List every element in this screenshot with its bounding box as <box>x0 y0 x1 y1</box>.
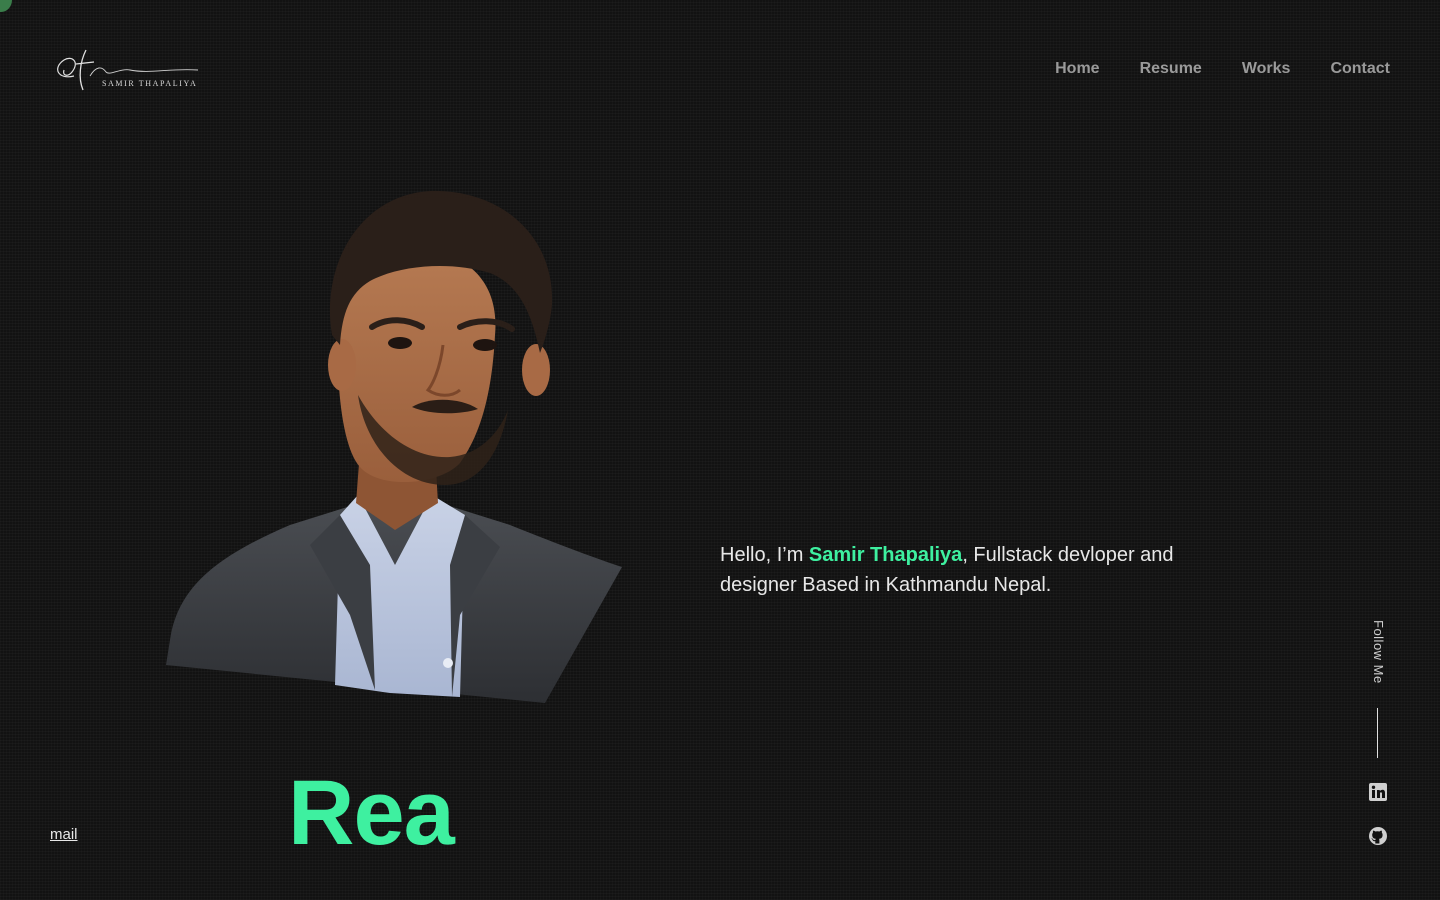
hero-intro: Hello, I’m Samir Thapaliya, Fullstack de… <box>720 540 1180 600</box>
hero-name: Samir Thapaliya <box>808 544 963 566</box>
corner-indicator <box>0 0 12 12</box>
nav-resume[interactable]: Resume <box>1140 60 1202 78</box>
linkedin-icon[interactable] <box>1369 783 1387 801</box>
signature-logo-icon <box>57 49 199 91</box>
github-icon[interactable] <box>1369 827 1387 845</box>
profile-portrait <box>166 190 622 703</box>
follow-me-text: Follow Me <box>1371 620 1386 684</box>
site-logo[interactable]: SAMIR THAPALIYA <box>50 46 210 96</box>
page: SAMIR THAPALIYA Home Resume Works Contac… <box>0 0 1440 900</box>
intro-prefix: Hello, I’m <box>720 544 809 566</box>
animated-headline: Rea <box>288 762 455 864</box>
follow-divider <box>1377 708 1378 758</box>
logo-text: SAMIR THAPALIYA <box>102 79 198 88</box>
main-nav: Home Resume Works Contact <box>1055 60 1390 78</box>
mail-link[interactable]: mail <box>50 826 78 843</box>
nav-home[interactable]: Home <box>1055 60 1099 78</box>
nav-contact[interactable]: Contact <box>1330 60 1390 78</box>
nav-works[interactable]: Works <box>1242 60 1291 78</box>
follow-me-label: Follow Me <box>1368 620 1388 690</box>
